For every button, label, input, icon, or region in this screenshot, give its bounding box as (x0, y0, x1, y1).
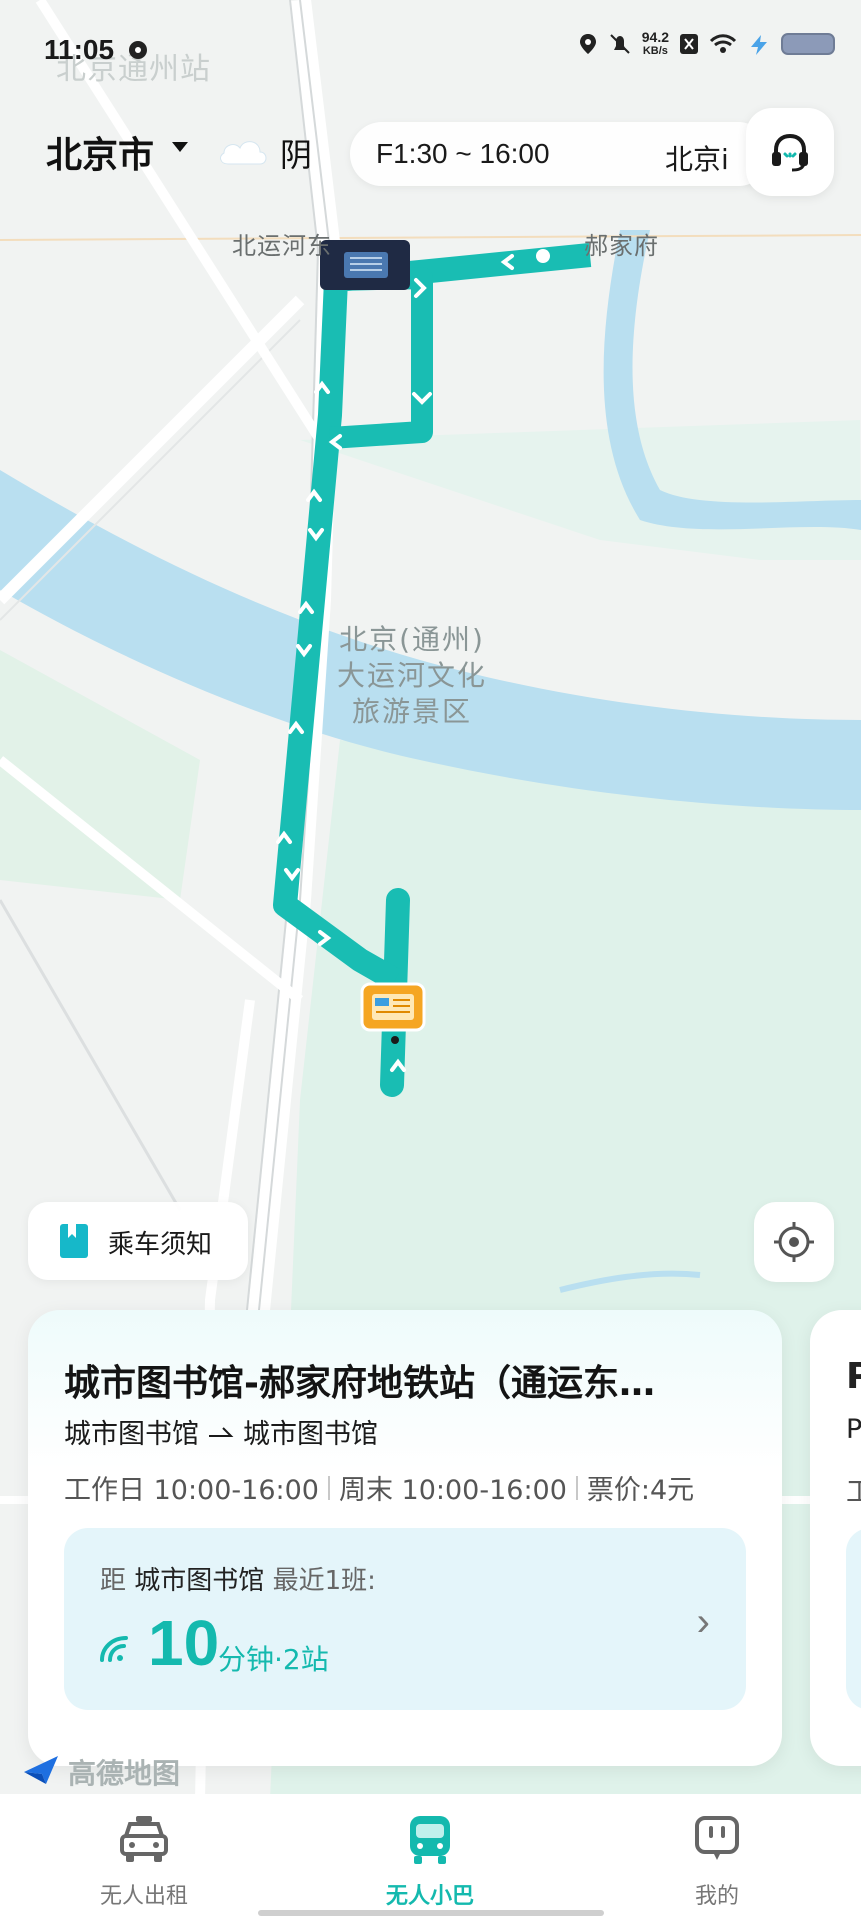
location-icon (579, 34, 596, 54)
weather-text: 阴 (280, 136, 313, 174)
service-hours-ticker: 北京i (665, 143, 729, 176)
arrow-right-icon (209, 1426, 234, 1437)
settings-icon (129, 41, 147, 59)
bus-stop-marker-top[interactable] (320, 240, 410, 290)
book-icon (60, 1224, 88, 1258)
live-signal-icon (100, 1636, 128, 1662)
locate-me-button[interactable] (754, 1202, 834, 1282)
headset-icon (772, 133, 808, 172)
riding-notice-button[interactable]: 乘车须知 (28, 1202, 248, 1280)
sim-icon (680, 34, 698, 54)
route-destination: 城市图书馆 (243, 1419, 378, 1450)
ticket-price: 票价:4元 (586, 1475, 695, 1506)
bottom-tab-bar: 无人出租 无人小巴 我的 (0, 1794, 861, 1920)
tab-profile[interactable]: 我的 (617, 1812, 817, 1912)
tab-robotaxi-label: 无人出租 (99, 1884, 188, 1909)
next-route-card[interactable]: P P 工 (810, 1310, 861, 1766)
service-hours-banner[interactable]: F1:30 ~ 16:00 北京i (350, 122, 770, 186)
tab-minibus-label: 无人小巴 (385, 1884, 474, 1909)
scenic-label-line3: 旅游景区 (351, 695, 472, 728)
map-provider-name: 高德地图 (68, 1757, 181, 1790)
route-title: 城市图书馆-郝家府地铁站（通运东… (64, 1363, 655, 1404)
next-bus-eta[interactable]: 距 城市图书馆 最近1班: 10 分钟·2站 › (64, 1528, 746, 1710)
eta-prefix: 距 (100, 1566, 127, 1596)
eta-station: 城市图书馆 (134, 1566, 265, 1596)
cloud-icon (220, 141, 267, 165)
eta-unit: 分钟·2站 (218, 1643, 329, 1676)
tab-profile-label: 我的 (694, 1884, 739, 1909)
next-route-title: P (846, 1356, 861, 1397)
tab-minibus[interactable]: 无人小巴 (330, 1812, 530, 1912)
status-time: 11:05 (44, 34, 115, 65)
minibus-icon (410, 1816, 450, 1864)
schedule-weekday: 工作日 10:00-16:00 (64, 1475, 319, 1506)
amap-logo-icon (24, 1756, 58, 1784)
top-bar: 北京市 阴 F1:30 ~ 16:00 北京i (0, 108, 861, 198)
next-route-eta (846, 1528, 861, 1710)
wifi-icon (709, 34, 737, 53)
map-label-beiyunhe: 北运河东 (232, 232, 332, 260)
scenic-label-line2: 大运河文化 (336, 659, 487, 692)
status-icons: 94.2 KB/s (578, 30, 837, 58)
customer-service-button[interactable] (746, 108, 834, 196)
route-schedule: 工作日 10:00-16:00 周末 10:00-16:00 票价:4元 (64, 1468, 694, 1507)
divider (327, 1475, 330, 1500)
locate-icon (774, 1222, 814, 1262)
tab-robotaxi[interactable]: 无人出租 (44, 1812, 244, 1912)
eta-suffix: 最近1班: (272, 1566, 376, 1596)
mute-icon (610, 34, 630, 54)
profile-robot-icon (695, 1816, 739, 1860)
riding-notice-label: 乘车须知 (108, 1230, 213, 1260)
scenic-label-line1: 北京(通州) (339, 623, 485, 656)
net-speed: 94.2 KB/s (642, 30, 669, 58)
city-selector[interactable]: 北京市 (46, 126, 154, 178)
net-speed-value: 94.2 (641, 29, 669, 45)
route-card[interactable]: 城市图书馆-郝家府地铁站（通运东… 城市图书馆 城市图书馆 工作日 10:00-… (28, 1310, 782, 1766)
next-route-stops: P (846, 1414, 861, 1445)
map-label-scenic-area: 北京(通州) 大运河文化 旅游景区 (322, 622, 502, 730)
chevron-down-icon[interactable] (172, 142, 188, 152)
schedule-weekend: 周末 10:00-16:00 (338, 1475, 567, 1506)
net-speed-unit: KB/s (642, 45, 668, 57)
divider (575, 1475, 578, 1500)
bolt-icon (751, 35, 767, 55)
taxi-icon (120, 1816, 168, 1862)
service-hours-text: F1:30 ~ 16:00 (376, 138, 550, 169)
map-label-haojiafu: 郝家府 (584, 232, 659, 260)
battery-icon (781, 33, 835, 55)
eta-station-line: 距 城市图书馆 最近1班: (100, 1560, 376, 1597)
map-provider-logo: 高德地图 (20, 1750, 190, 1790)
status-bar: 11:05 94.2 KB/s (0, 0, 861, 100)
home-indicator[interactable] (258, 1910, 604, 1916)
eta-minutes: 10 (148, 1607, 220, 1679)
route-stops: 城市图书馆 城市图书馆 (64, 1412, 378, 1451)
chevron-right-icon[interactable]: › (697, 1600, 710, 1645)
next-route-schedule: 工 (846, 1477, 861, 1508)
route-origin: 城市图书馆 (64, 1419, 199, 1450)
